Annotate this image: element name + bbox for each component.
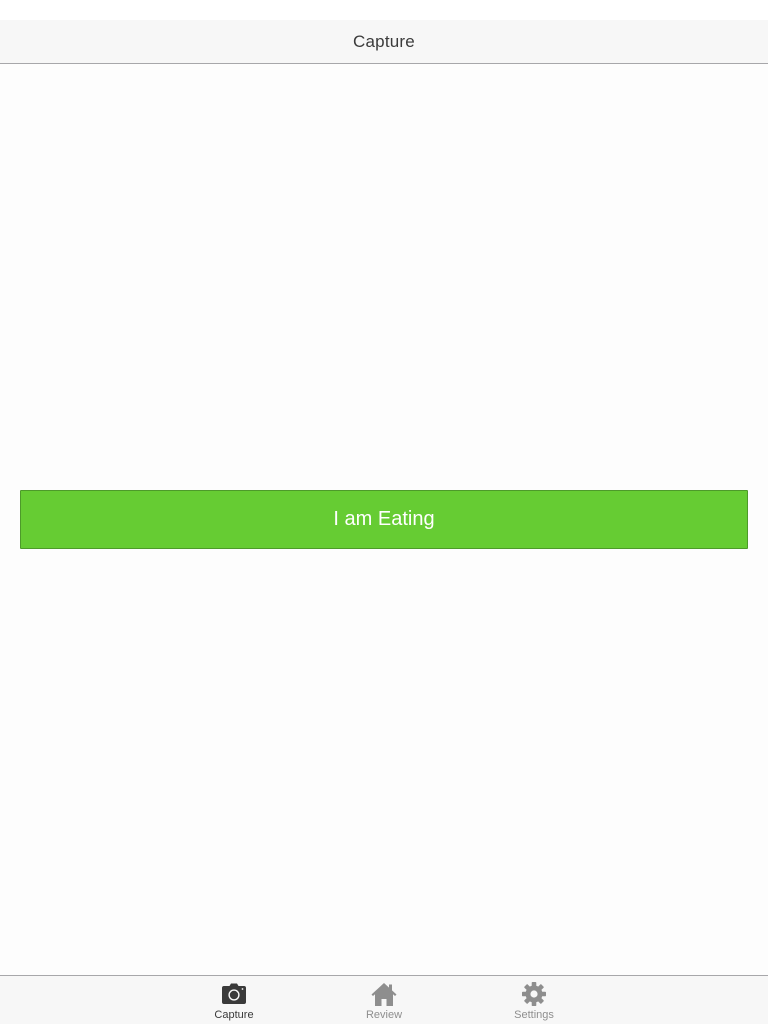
i-am-eating-label: I am Eating (333, 508, 435, 530)
main-content: I am Eating (0, 64, 768, 975)
gear-icon (522, 982, 546, 1006)
tab-review-label: Review (365, 1009, 403, 1021)
tab-settings[interactable]: Settings (484, 976, 584, 1024)
status-bar (0, 0, 768, 20)
tab-capture[interactable]: Capture (184, 976, 284, 1024)
page-title: Capture (353, 31, 415, 51)
navigation-bar: Capture (0, 20, 768, 64)
app-screen: Capture I am Eating Capture Review Setti… (0, 0, 768, 1024)
tab-capture-label: Capture (214, 1009, 254, 1021)
camera-icon (222, 983, 246, 1004)
tab-bar: Capture Review Settings (0, 975, 768, 1024)
tab-review[interactable]: Review (334, 976, 434, 1024)
i-am-eating-button[interactable]: I am Eating (20, 490, 748, 549)
tab-settings-label: Settings (514, 1009, 554, 1021)
home-icon (371, 983, 397, 1006)
